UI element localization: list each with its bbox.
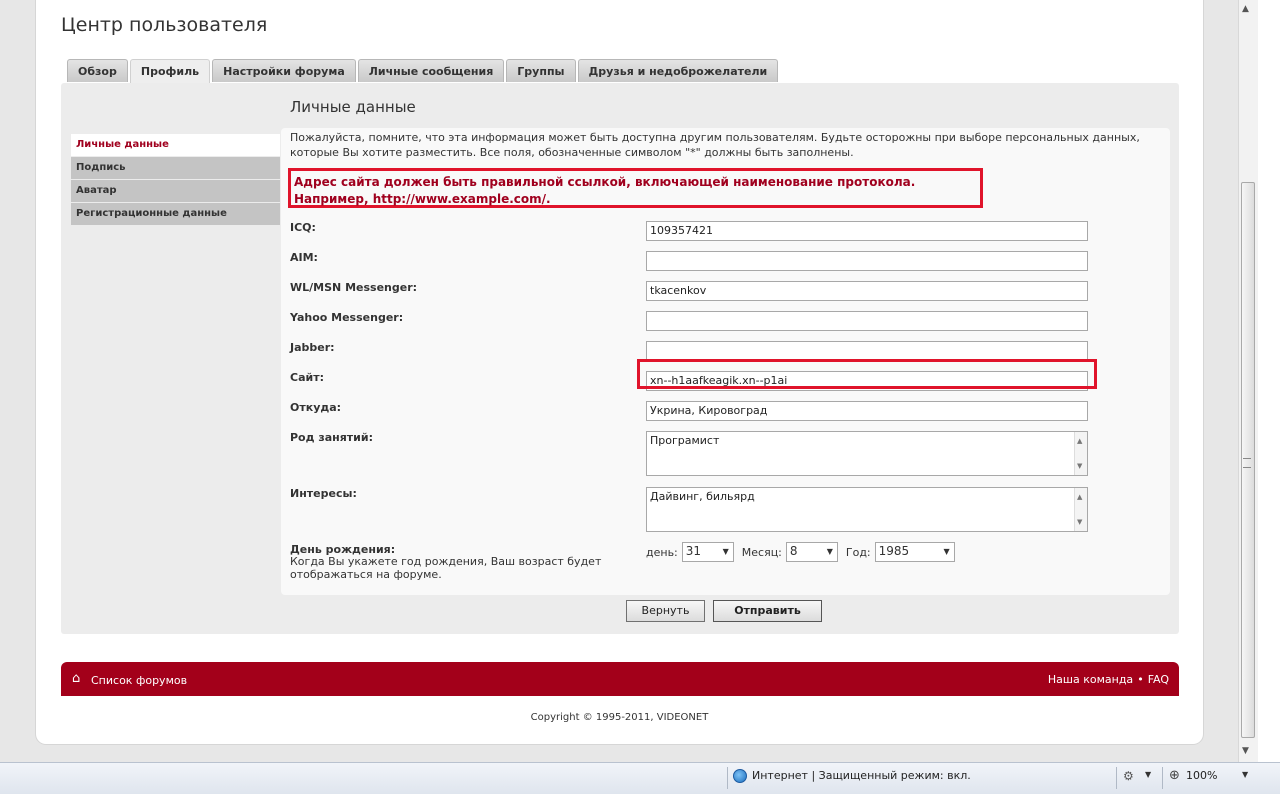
day-value: 31 xyxy=(685,544,702,558)
month-select[interactable]: 8 ▼ xyxy=(785,542,838,562)
copyright: Copyright © 1995-2011, VIDEONET xyxy=(36,712,1203,723)
month-label: Месяц: xyxy=(741,545,782,559)
tab-friends-foes[interactable]: Друзья и недоброжелатели xyxy=(577,59,779,82)
privacy-notice: Пожалуйста, помните, что эта информация … xyxy=(290,131,1140,159)
copyright-brand-link[interactable]: VIDEONET xyxy=(657,712,709,723)
chevron-down-icon: ▼ xyxy=(943,547,950,556)
status-divider xyxy=(1116,767,1117,789)
sidebar-item-avatar[interactable]: Аватар xyxy=(71,180,280,202)
home-icon[interactable]: ⌂ xyxy=(72,672,80,686)
scroll-up-arrow-icon[interactable]: ▲ xyxy=(1077,490,1082,504)
msn-label: WL/MSN Messenger: xyxy=(290,281,418,294)
forum-list-link[interactable]: Список форумов xyxy=(91,674,187,687)
tab-groups[interactable]: Группы xyxy=(506,59,576,82)
copyright-text: Copyright © 1995-2011, xyxy=(530,712,654,723)
interests-textarea[interactable]: Дайвинг, бильярд ▲ ▼ xyxy=(646,487,1088,532)
textarea-scrollbar[interactable]: ▲ ▼ xyxy=(1074,488,1087,531)
year-select[interactable]: 1985 ▼ xyxy=(874,542,955,562)
day-select[interactable]: 31 ▼ xyxy=(681,542,734,562)
scrollbar-grip-icon xyxy=(1243,458,1251,468)
security-zone-text[interactable]: Интернет | Защищенный режим: вкл. xyxy=(752,769,971,782)
occupation-textarea[interactable]: Програмист ▲ ▼ xyxy=(646,431,1088,476)
browser-status-bar: Интернет | Защищенный режим: вкл. ⚙ ▼ ⊕ … xyxy=(0,762,1280,794)
globe-icon xyxy=(733,769,747,783)
birthday-help-text: Когда Вы укажете год рождения, Ваш возра… xyxy=(290,555,602,581)
scroll-down-arrow-icon[interactable]: ▼ xyxy=(1242,746,1249,756)
page-container: Центр пользователя Обзор Профиль Настрой… xyxy=(36,0,1203,744)
form-buttons: Вернуть Отправить xyxy=(626,600,822,622)
status-divider xyxy=(727,767,728,789)
profile-panel: Личные данные Подпись Аватар Регистрацио… xyxy=(61,83,1179,634)
section-title: Личные данные xyxy=(290,98,416,116)
icq-input[interactable]: 109357421 xyxy=(646,221,1088,241)
browser-vertical-scrollbar[interactable]: ▲ ▼ xyxy=(1238,0,1258,762)
error-message: Адрес сайта должен быть правильной ссылк… xyxy=(294,175,916,206)
chevron-down-icon[interactable]: ▼ xyxy=(1242,770,1248,779)
protected-mode-icon[interactable]: ⚙ xyxy=(1123,769,1134,783)
zoom-icon[interactable]: ⊕ xyxy=(1169,768,1180,783)
textarea-scrollbar[interactable]: ▲ ▼ xyxy=(1074,432,1087,475)
sidebar-item-signature[interactable]: Подпись xyxy=(71,157,280,179)
submit-button[interactable]: Отправить xyxy=(713,600,822,622)
month-value: 8 xyxy=(789,544,798,558)
scroll-up-arrow-icon[interactable]: ▲ xyxy=(1242,4,1249,14)
footer-right-links: Наша команда • FAQ xyxy=(1048,673,1169,686)
personal-data-form: Пожалуйста, помните, что эта информация … xyxy=(281,128,1170,595)
yahoo-input[interactable] xyxy=(646,311,1088,331)
location-input[interactable]: Укрина, Кировоград xyxy=(646,401,1088,421)
sidebar-item-personal-data[interactable]: Личные данные xyxy=(71,134,280,156)
location-label: Откуда: xyxy=(290,401,342,414)
interests-label: Интересы: xyxy=(290,487,357,500)
scroll-down-arrow-icon[interactable]: ▼ xyxy=(1077,515,1082,529)
msn-input[interactable]: tkacenkov xyxy=(646,281,1088,301)
footer-navbar: ⌂ Список форумов Наша команда • FAQ xyxy=(61,662,1179,696)
page-title: Центр пользователя xyxy=(61,14,268,36)
scroll-down-arrow-icon[interactable]: ▼ xyxy=(1077,459,1082,473)
faq-link[interactable]: FAQ xyxy=(1148,673,1169,686)
day-label: день: xyxy=(646,545,678,559)
error-highlight-box: Адрес сайта должен быть правильной ссылк… xyxy=(288,168,983,208)
aim-label: AIM: xyxy=(290,251,318,264)
interests-text: Дайвинг, бильярд xyxy=(650,490,755,503)
tab-private-messages[interactable]: Личные сообщения xyxy=(357,59,505,82)
team-link[interactable]: Наша команда xyxy=(1048,673,1133,686)
sidebar-item-registration-data[interactable]: Регистрационные данные xyxy=(71,203,280,225)
window-edge xyxy=(1258,0,1280,762)
site-label: Сайт: xyxy=(290,371,324,384)
reset-button[interactable]: Вернуть xyxy=(626,600,705,622)
site-error-highlight-box xyxy=(637,359,1097,389)
zoom-level[interactable]: 100% xyxy=(1186,769,1217,782)
aim-input[interactable] xyxy=(646,251,1088,271)
year-label: Год: xyxy=(845,545,871,559)
link-separator: • xyxy=(1137,673,1144,686)
icq-label: ICQ: xyxy=(290,221,316,234)
tab-forum-settings[interactable]: Настройки форума xyxy=(212,59,356,82)
scroll-up-arrow-icon[interactable]: ▲ xyxy=(1077,434,1082,448)
yahoo-label: Yahoo Messenger: xyxy=(290,311,404,324)
tab-bar: Обзор Профиль Настройки форума Личные со… xyxy=(67,59,779,84)
chevron-down-icon[interactable]: ▼ xyxy=(1145,770,1151,779)
chevron-down-icon: ▼ xyxy=(826,547,833,556)
occupation-label: Род занятий: xyxy=(290,431,373,444)
birthday-selects: день: 31 ▼ Месяц: 8 ▼ Год: 1985 ▼ xyxy=(646,542,963,562)
tab-overview[interactable]: Обзор xyxy=(67,59,128,82)
year-value: 1985 xyxy=(878,544,910,558)
occupation-text: Програмист xyxy=(650,434,720,447)
chevron-down-icon: ▼ xyxy=(722,547,729,556)
jabber-label: Jabber: xyxy=(290,341,335,354)
tab-profile[interactable]: Профиль xyxy=(129,59,211,84)
jabber-input[interactable] xyxy=(646,341,1088,361)
profile-sidebar: Личные данные Подпись Аватар Регистрацио… xyxy=(71,134,280,226)
status-divider xyxy=(1162,767,1163,789)
